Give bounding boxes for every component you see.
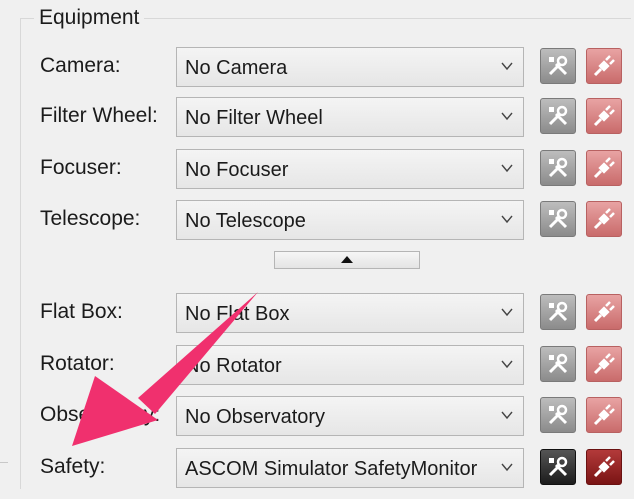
safety-setup-button[interactable] [540, 449, 576, 485]
rotator-select[interactable]: No Rotator [176, 345, 524, 385]
focuser-select-value: No Focuser [185, 159, 289, 181]
safety-select[interactable]: ASCOM Simulator SafetyMonitor [176, 448, 524, 488]
flat-box-connect-button[interactable] [586, 294, 622, 330]
flat-box-setup-button[interactable] [540, 294, 576, 330]
plug-icon [593, 404, 615, 426]
rotator-select-value: No Rotator [185, 355, 282, 377]
observatory-select-value: No Observatory [185, 406, 326, 428]
safety-connect-button[interactable] [586, 449, 622, 485]
camera-label: Camera: [40, 54, 121, 77]
collapse-up-icon [341, 256, 353, 263]
observatory-row: Observatory: No Observatory [40, 396, 625, 438]
chevron-down-icon [501, 463, 513, 472]
observatory-connect-button[interactable] [586, 397, 622, 433]
telescope-label: Telescope: [40, 207, 141, 230]
plug-icon [593, 301, 615, 323]
chevron-down-icon [501, 308, 513, 317]
plug-icon [593, 353, 615, 375]
filter-wheel-label: Filter Wheel: [40, 104, 158, 127]
wrench-screwdriver-icon [548, 456, 568, 477]
wrench-screwdriver-icon [548, 208, 568, 229]
safety-row: Safety: ASCOM Simulator SafetyMonitor [40, 448, 625, 490]
flat-box-row: Flat Box: No Flat Box [40, 293, 625, 335]
camera-select-value: No Camera [185, 57, 288, 79]
telescope-row: Telescope: No Telescope [40, 200, 625, 242]
focuser-select[interactable]: No Focuser [176, 149, 524, 189]
filter-wheel-select-value: No Filter Wheel [185, 107, 323, 129]
focuser-label: Focuser: [40, 156, 122, 179]
chevron-down-icon [501, 360, 513, 369]
safety-select-value: ASCOM Simulator SafetyMonitor [185, 458, 478, 480]
flat-box-label: Flat Box: [40, 300, 123, 323]
chevron-down-icon [501, 62, 513, 71]
wrench-screwdriver-icon [548, 301, 568, 322]
telescope-connect-button[interactable] [586, 201, 622, 237]
observatory-select[interactable]: No Observatory [176, 396, 524, 436]
telescope-setup-button[interactable] [540, 201, 576, 237]
rotator-row: Rotator: No Rotator [40, 345, 625, 387]
camera-connect-button[interactable] [586, 48, 622, 84]
telescope-select-value: No Telescope [185, 210, 306, 232]
filter-wheel-select[interactable]: No Filter Wheel [176, 97, 524, 137]
plug-icon [593, 157, 615, 179]
chevron-down-icon [501, 411, 513, 420]
camera-setup-button[interactable] [540, 48, 576, 84]
camera-row: Camera: No Camera [40, 47, 625, 89]
observatory-setup-button[interactable] [540, 397, 576, 433]
plug-icon [593, 55, 615, 77]
camera-select[interactable]: No Camera [176, 47, 524, 87]
flat-box-select[interactable]: No Flat Box [176, 293, 524, 333]
rotator-setup-button[interactable] [540, 346, 576, 382]
wrench-screwdriver-icon [548, 157, 568, 178]
wrench-screwdriver-icon [548, 105, 568, 126]
wrench-screwdriver-icon [548, 55, 568, 76]
focuser-setup-button[interactable] [540, 150, 576, 186]
plug-icon [593, 208, 615, 230]
filter-wheel-row: Filter Wheel: No Filter Wheel [40, 97, 625, 139]
focuser-connect-button[interactable] [586, 150, 622, 186]
collapse-toggle-button[interactable] [274, 251, 420, 269]
window-edge-line [0, 462, 8, 463]
equipment-panel: Equipment Camera: No Camera Filter Wheel… [0, 0, 634, 499]
flat-box-select-value: No Flat Box [185, 303, 290, 325]
filter-wheel-setup-button[interactable] [540, 98, 576, 134]
filter-wheel-connect-button[interactable] [586, 98, 622, 134]
chevron-down-icon [501, 215, 513, 224]
focuser-row: Focuser: No Focuser [40, 149, 625, 191]
telescope-select[interactable]: No Telescope [176, 200, 524, 240]
wrench-screwdriver-icon [548, 404, 568, 425]
equipment-group-title: Equipment [34, 6, 145, 30]
wrench-screwdriver-icon [548, 353, 568, 374]
rotator-connect-button[interactable] [586, 346, 622, 382]
plug-icon [593, 456, 615, 478]
plug-icon [593, 105, 615, 127]
safety-label: Safety: [40, 455, 106, 478]
chevron-down-icon [501, 164, 513, 173]
chevron-down-icon [501, 112, 513, 121]
rotator-label: Rotator: [40, 352, 115, 375]
observatory-label: Observatory: [40, 403, 161, 426]
